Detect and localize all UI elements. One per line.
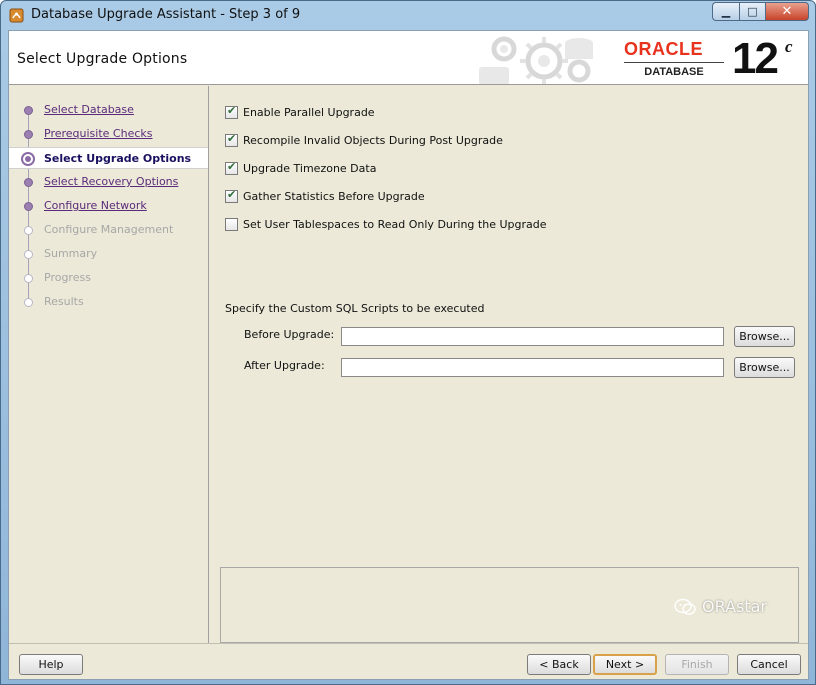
after-upgrade-label: After Upgrade: [244, 359, 325, 372]
before-upgrade-browse-button[interactable]: Browse... [734, 326, 795, 347]
watermark-text: ORAstar [702, 597, 767, 616]
option-recompile-invalid-objects[interactable]: Recompile Invalid Objects During Post Up… [225, 131, 503, 149]
steps-sidebar: Select Database Prerequisite Checks Sele… [9, 86, 209, 643]
step-pending-icon [24, 274, 33, 283]
sidebar-item-select-database[interactable]: Select Database [9, 99, 208, 121]
step-done-icon [24, 178, 33, 187]
sidebar-item-label: Select Upgrade Options [44, 152, 192, 165]
checkbox-label[interactable]: Set User Tablespaces to Read Only During… [243, 218, 547, 231]
maximize-icon: □ [747, 5, 758, 18]
sidebar-item-results: Results [9, 291, 208, 313]
next-button[interactable]: Next > [593, 654, 657, 675]
version-number: 12 [732, 34, 779, 83]
app-window: Database Upgrade Assistant - Step 3 of 9… [0, 0, 816, 685]
help-button[interactable]: Help [19, 654, 83, 675]
sidebar-item-summary: Summary [9, 243, 208, 265]
step-done-icon [24, 106, 33, 115]
after-upgrade-input[interactable] [341, 358, 724, 377]
step-pending-icon [24, 226, 33, 235]
header-banner: Select Upgrade Options ORACLE DATABASE 1… [9, 31, 808, 85]
sidebar-item-label: Summary [44, 247, 98, 260]
version-suffix: c [785, 37, 793, 56]
step-pending-icon [24, 298, 33, 307]
sidebar-item-label[interactable]: Select Recovery Options [44, 175, 178, 188]
step-current-icon [21, 152, 35, 166]
step-done-icon [24, 202, 33, 211]
sidebar-item-prerequisite-checks[interactable]: Prerequisite Checks [9, 123, 208, 145]
sidebar-item-label[interactable]: Select Database [44, 103, 134, 116]
watermark: ORAstar [674, 597, 767, 616]
step-pending-icon [24, 250, 33, 259]
back-button[interactable]: < Back [527, 654, 591, 675]
window-controls: ▁ □ ✕ [712, 2, 809, 21]
dialog-client: Select Upgrade Options ORACLE DATABASE 1… [8, 30, 809, 680]
sidebar-item-label: Progress [44, 271, 91, 284]
close-icon: ✕ [781, 4, 793, 19]
cancel-button[interactable]: Cancel [737, 654, 801, 675]
sidebar-item-progress: Progress [9, 267, 208, 289]
checkbox[interactable] [225, 217, 238, 231]
finish-button: Finish [665, 654, 729, 675]
checkbox[interactable] [225, 188, 238, 203]
sidebar-item-select-recovery-options[interactable]: Select Recovery Options [9, 171, 208, 193]
minimize-icon: ▁ [721, 5, 731, 18]
sidebar-item-label: Configure Management [44, 223, 174, 236]
gears-graphic-icon [479, 36, 593, 84]
custom-scripts-heading: Specify the Custom SQL Scripts to be exe… [225, 302, 485, 315]
close-button[interactable]: ✕ [765, 2, 809, 21]
footer-bar: Help < Back Next > Finish Cancel [9, 643, 808, 681]
sidebar-item-label[interactable]: Prerequisite Checks [44, 127, 152, 140]
page-title: Select Upgrade Options [17, 51, 188, 67]
sidebar-item-label: Results [44, 295, 84, 308]
before-upgrade-label: Before Upgrade: [244, 328, 335, 341]
sidebar-item-configure-network[interactable]: Configure Network [9, 195, 208, 217]
checkbox-label[interactable]: Upgrade Timezone Data [243, 162, 376, 175]
option-tablespaces-read-only[interactable]: Set User Tablespaces to Read Only During… [225, 215, 547, 233]
checkbox[interactable] [225, 132, 238, 147]
oracle-brand: ORACLE [624, 39, 703, 59]
window-title: Database Upgrade Assistant - Step 3 of 9 [31, 7, 301, 22]
maximize-button[interactable]: □ [739, 2, 765, 21]
oracle-logo: ORACLE DATABASE [624, 39, 729, 78]
checkbox-label[interactable]: Recompile Invalid Objects During Post Up… [243, 134, 503, 147]
minimize-button[interactable]: ▁ [712, 2, 739, 21]
checkbox-label[interactable]: Gather Statistics Before Upgrade [243, 190, 425, 203]
checkbox-label[interactable]: Enable Parallel Upgrade [243, 106, 375, 119]
after-upgrade-browse-button[interactable]: Browse... [734, 357, 795, 378]
before-upgrade-input[interactable] [341, 327, 724, 346]
step-done-icon [24, 130, 33, 139]
options-panel: Enable Parallel Upgrade Recompile Invali… [210, 86, 808, 643]
app-icon [9, 8, 24, 23]
wechat-icon [674, 598, 696, 615]
option-enable-parallel-upgrade[interactable]: Enable Parallel Upgrade [225, 103, 375, 121]
sidebar-item-select-upgrade-options[interactable]: Select Upgrade Options [9, 147, 208, 169]
title-bar[interactable]: Database Upgrade Assistant - Step 3 of 9… [1, 1, 815, 30]
sidebar-item-label[interactable]: Configure Network [44, 199, 147, 212]
option-gather-statistics[interactable]: Gather Statistics Before Upgrade [225, 187, 425, 205]
checkbox[interactable] [225, 160, 238, 175]
option-upgrade-timezone-data[interactable]: Upgrade Timezone Data [225, 159, 376, 177]
sidebar-item-configure-management: Configure Management [9, 219, 208, 241]
checkbox[interactable] [225, 104, 238, 119]
oracle-brand-sub: DATABASE [624, 62, 724, 78]
